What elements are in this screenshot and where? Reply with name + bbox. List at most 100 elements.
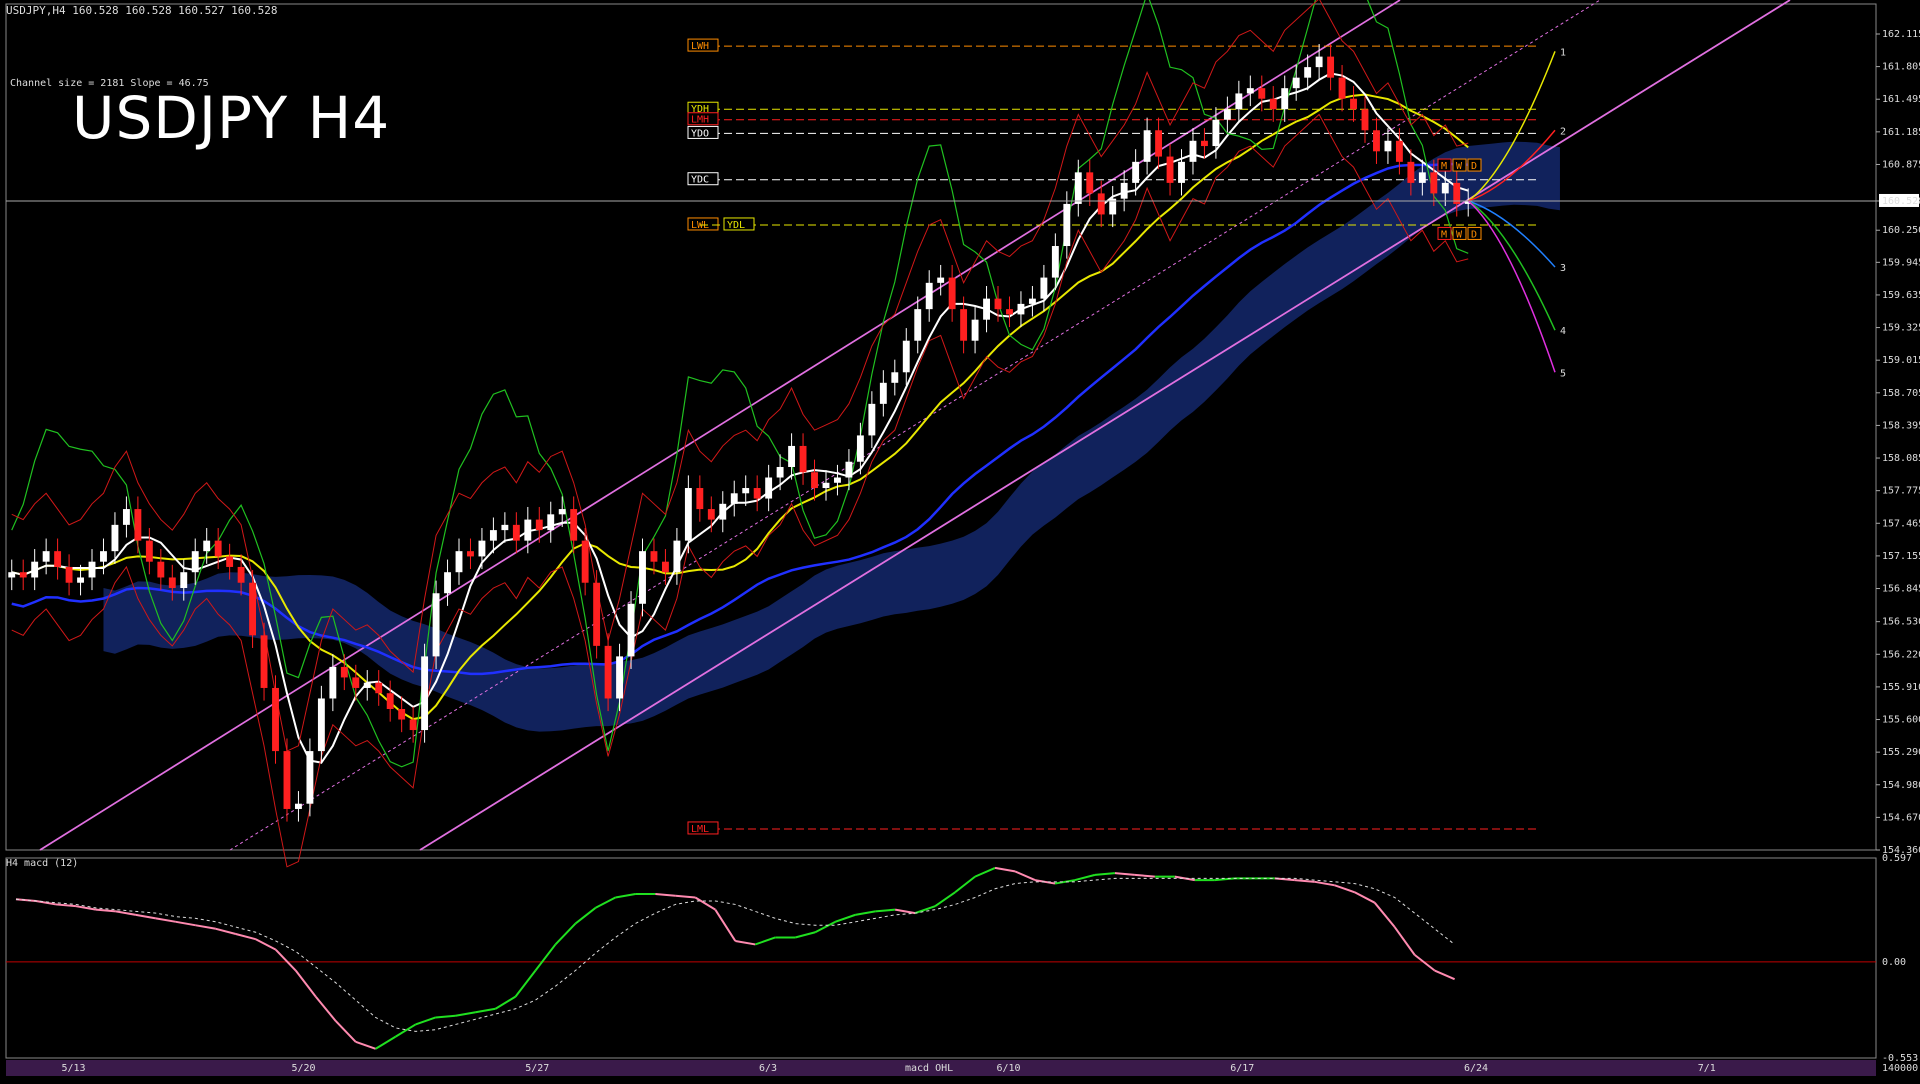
- candle-body: [306, 751, 314, 804]
- candle-body: [1017, 303, 1025, 315]
- candle-body: [902, 340, 910, 373]
- candle-body: [879, 382, 887, 404]
- mwd-tag: W: [1456, 161, 1463, 172]
- candle-body: [891, 372, 899, 383]
- candle-body: [432, 593, 440, 657]
- candle-body: [467, 551, 474, 557]
- price-tick-label: 161.805: [1882, 62, 1920, 73]
- candle-body: [1269, 98, 1277, 110]
- candle-body: [1189, 140, 1197, 162]
- price-tick-label: 160.875: [1882, 159, 1920, 170]
- macd-segment: [15, 898, 37, 902]
- candle-body: [203, 540, 211, 552]
- macd-segment: [155, 917, 177, 923]
- macd-segment: [314, 995, 337, 1022]
- candle-body: [421, 656, 429, 731]
- candle-body: [868, 403, 876, 436]
- candle-body: [845, 461, 853, 478]
- price-tick-label: 159.945: [1882, 257, 1920, 268]
- candle-body: [983, 298, 990, 320]
- price-tick-label: 156.530: [1882, 617, 1920, 628]
- macd-segment: [1414, 954, 1436, 972]
- candle-body: [788, 445, 796, 467]
- candle-body: [237, 566, 245, 583]
- candle-body: [398, 709, 406, 720]
- candle-body: [581, 540, 589, 583]
- candle-body: [799, 445, 807, 473]
- candle-body: [455, 551, 463, 573]
- candle-body: [1201, 140, 1208, 147]
- date-tick-label: 7/1: [1698, 1063, 1716, 1074]
- macd-overlay-text: macd OHL: [905, 1063, 953, 1074]
- price-tick-label: 157.465: [1882, 518, 1920, 529]
- date-tick-label: 6/24: [1464, 1063, 1488, 1074]
- candle-body: [340, 666, 348, 678]
- price-tick-label: 158.395: [1882, 420, 1920, 431]
- candle-body: [960, 309, 968, 341]
- price-tick-label: 155.600: [1882, 715, 1920, 726]
- candle-body: [272, 687, 279, 752]
- macd-label: H4 macd (12): [6, 858, 79, 869]
- candle-body: [730, 493, 738, 504]
- candle-body: [673, 540, 681, 573]
- candle-body: [1235, 93, 1243, 110]
- candle-body: [168, 577, 176, 588]
- price-tick-label: 159.325: [1882, 323, 1920, 334]
- date-tick-label: 5/13: [61, 1063, 85, 1074]
- macd-tick-label: 0.597: [1882, 853, 1912, 864]
- macd-segment: [1014, 870, 1036, 882]
- candle-body: [1327, 56, 1335, 78]
- macd-segment: [694, 896, 716, 911]
- candle-body: [1407, 161, 1415, 183]
- candle-body: [478, 540, 486, 557]
- price-tick-label: 155.910: [1882, 682, 1920, 693]
- candle-body: [1246, 88, 1254, 94]
- macd-segment: [974, 866, 996, 878]
- candle-body: [260, 635, 268, 688]
- macd-segment: [655, 893, 676, 897]
- candle-body: [88, 561, 96, 578]
- macd-segment: [275, 948, 297, 972]
- chart-canvas[interactable]: LWHYDHLMHYDOYDCLWL YDLLML12345M W DM W D162.1…: [0, 0, 1920, 1080]
- price-tick-label: 157.775: [1882, 486, 1920, 497]
- macd-segment: [355, 1040, 376, 1050]
- channel-lower-line: [419, 0, 1791, 851]
- macd-segment: [1114, 872, 1136, 876]
- candle-body: [856, 435, 864, 462]
- macd-segment: [875, 908, 896, 913]
- price-tick-label: 161.185: [1882, 127, 1920, 138]
- macd-segment: [495, 995, 517, 1010]
- candle-body: [719, 503, 727, 520]
- price-tick-label: 160.250: [1882, 225, 1920, 236]
- macd-segment: [615, 893, 636, 899]
- candle-body: [1361, 109, 1369, 131]
- candle-body: [386, 693, 394, 709]
- price-tick-label: 159.015: [1882, 355, 1920, 366]
- macd-segment: [235, 933, 257, 941]
- macd-segment: [714, 909, 737, 942]
- macd-tick-label: 0.00: [1882, 957, 1906, 968]
- macd-segment: [1074, 873, 1096, 882]
- candle-body: [1166, 156, 1174, 183]
- candle-body: [948, 277, 956, 310]
- candle-body: [157, 561, 165, 578]
- macd-segment: [75, 905, 97, 911]
- candle-body: [1132, 161, 1140, 183]
- candle-body: [604, 645, 612, 699]
- mwd-tag: D: [1471, 229, 1477, 240]
- macd-bottom-readout: 140000: [1882, 1063, 1918, 1074]
- candle-body: [661, 561, 669, 573]
- candle-body: [226, 556, 234, 567]
- candle-body: [753, 488, 761, 499]
- macd-segment: [735, 939, 756, 946]
- chart-title: USDJPY H4: [72, 84, 391, 152]
- macd-segment: [894, 908, 916, 915]
- candle-body: [249, 582, 257, 636]
- candle-body: [834, 477, 841, 483]
- candle-body: [1350, 98, 1357, 110]
- candle-body: [639, 551, 646, 604]
- date-tick-label: 6/3: [759, 1063, 777, 1074]
- macd-segment: [475, 1007, 496, 1014]
- candle-body: [1258, 88, 1266, 99]
- date-tick-label: 5/27: [525, 1063, 549, 1074]
